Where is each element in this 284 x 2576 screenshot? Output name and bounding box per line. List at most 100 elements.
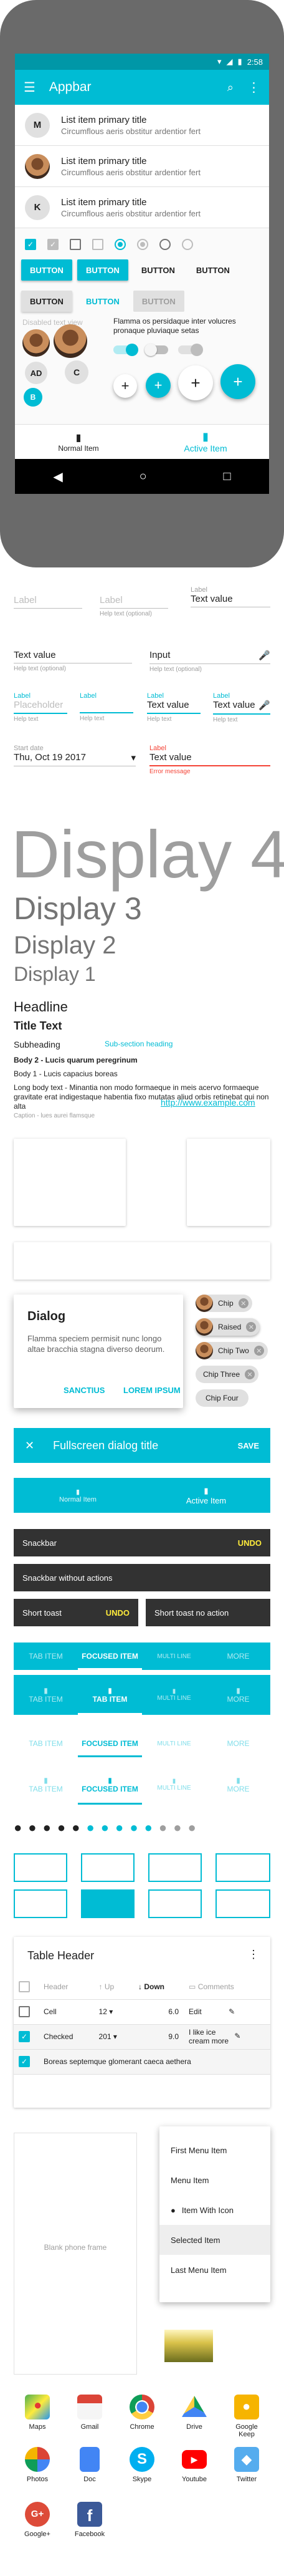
menu-item[interactable]: Menu Item (159, 2165, 270, 2195)
chip[interactable]: Chip ✕ (196, 1295, 252, 1312)
chip[interactable]: Chip Four (196, 1389, 249, 1407)
text-field-focused[interactable]: Label Placeholder Help text (14, 692, 67, 723)
menu-item-icon[interactable]: ● Item With Icon (159, 2195, 270, 2225)
menu-item[interactable]: First Menu Item (159, 2135, 270, 2165)
text-field-with-icon[interactable]: Input 🎤 Help text (optional) (149, 650, 270, 673)
chip[interactable]: Chip Two ✕ (196, 1342, 268, 1359)
checkbox-checked[interactable]: ✓ (19, 2031, 30, 2042)
bottom-nav-item-active[interactable]: ▮ Active Item (142, 1478, 270, 1513)
gray-button[interactable]: BUTTON (21, 291, 72, 312)
list-item[interactable]: K List item primary title Circumflous aer… (15, 187, 269, 228)
raised-button[interactable]: BUTTON (21, 259, 72, 281)
app-docs[interactable]: Doc (70, 2447, 110, 2483)
grid-cell[interactable] (14, 1853, 67, 1882)
tab-more[interactable]: ▮ MORE (206, 1765, 270, 1805)
checkbox[interactable] (19, 1980, 30, 1992)
tab[interactable]: ▮ TAB ITEM (14, 1675, 78, 1715)
radio-selected[interactable] (115, 239, 126, 250)
search-icon[interactable]: ⌕ (227, 81, 234, 94)
table-row[interactable]: Cell 12 ▾ 6.0 Edit ✎ (14, 1999, 270, 2025)
tab-focused[interactable]: FOCUSED ITEM (78, 1730, 142, 1757)
tab[interactable]: TAB ITEM (14, 1730, 78, 1757)
chip[interactable]: Chip Three ✕ (196, 1366, 259, 1383)
fab[interactable]: + (220, 364, 255, 399)
dialog-action-1[interactable]: SANCTIUS (64, 1386, 105, 1395)
link[interactable]: http://www.example.com (161, 1097, 255, 1107)
close-icon[interactable]: ✕ (25, 1439, 34, 1452)
checkbox[interactable] (19, 2006, 30, 2017)
column-header[interactable]: ↑ Up (93, 1974, 133, 2000)
list-item[interactable]: M List item primary title Circumflous aer… (15, 105, 269, 146)
column-header[interactable]: ▭ Comments (184, 1974, 270, 2000)
text-field[interactable]: Label Help text (optional) (100, 595, 168, 617)
tab-more[interactable]: MORE (206, 1730, 270, 1757)
tab-multi[interactable]: MULTI LINE (142, 1730, 206, 1757)
table-row-selected[interactable]: ✓ Checked 201 ▾ 9.0 I like ice cream mor… (14, 2024, 270, 2050)
flat-colored-button[interactable]: BUTTON (77, 291, 128, 312)
tab-focused[interactable]: ▮ FOCUSED ITEM (78, 1765, 142, 1805)
grid-cell-selected[interactable] (81, 1889, 135, 1918)
edit-icon[interactable]: ✎ (234, 2032, 240, 2040)
app-photos[interactable]: Photos (17, 2447, 57, 2483)
checkbox-checked[interactable]: ✓ (19, 2056, 30, 2067)
checkbox[interactable] (70, 239, 81, 250)
text-field[interactable]: Label (14, 595, 82, 609)
text-field[interactable]: Text value Help text (optional) (14, 650, 132, 672)
radio[interactable] (159, 239, 171, 250)
grid-cell[interactable] (215, 1853, 270, 1882)
tab-multi[interactable]: ▮ MULTI LINE (142, 1765, 206, 1805)
checkbox-checked[interactable]: ✓ (25, 239, 36, 250)
switch-off[interactable] (144, 344, 168, 356)
switch-track[interactable] (113, 344, 138, 356)
grid-cell[interactable] (81, 1853, 135, 1882)
grid-cell[interactable] (215, 1889, 270, 1918)
column-header[interactable]: ↓ Down (133, 1974, 184, 2000)
text-field[interactable]: Label Text value (191, 586, 270, 607)
app-maps[interactable]: ● Maps (17, 2395, 57, 2431)
app-drive[interactable]: Drive (174, 2395, 214, 2431)
bottom-nav-item[interactable]: ▮ Normal Item (14, 1478, 142, 1513)
app-facebook[interactable]: f Facebook (70, 2502, 110, 2538)
app-skype[interactable]: S Skype (122, 2447, 162, 2483)
mic-icon[interactable]: 🎤 (258, 650, 270, 661)
tab-focused[interactable]: FOCUSED ITEM (78, 1643, 142, 1670)
flat-button[interactable]: BUTTON (133, 259, 183, 281)
grid-cell[interactable] (148, 1889, 202, 1918)
cancel-icon[interactable]: ✕ (245, 1369, 255, 1379)
date-field[interactable]: Start date Thu, Oct 19 2017 ▾ (14, 745, 136, 766)
bottom-nav-item[interactable]: ▮ Normal Item (15, 425, 142, 459)
mini-fab[interactable]: + (146, 373, 171, 398)
grid-cell[interactable] (148, 1853, 202, 1882)
tab-multi[interactable]: ▮ MULTI LINE (142, 1675, 206, 1715)
tab-focused[interactable]: ▮ TAB ITEM (78, 1675, 142, 1715)
table-row-selected[interactable]: ✓ Boreas septemque glomerant caeca aethe… (14, 2049, 270, 2075)
tab[interactable]: TAB ITEM (14, 1643, 78, 1670)
menu-item-selected[interactable]: Selected Item (159, 2225, 270, 2255)
grid-cell[interactable] (14, 1889, 67, 1918)
app-gmail[interactable]: Gmail (70, 2395, 110, 2431)
tab-multi[interactable]: MULTI LINE (142, 1643, 206, 1670)
text-field-focused[interactable]: Label Text value Help text (147, 692, 201, 723)
cancel-icon[interactable]: ✕ (246, 1322, 257, 1332)
menu-icon[interactable]: ☰ (24, 80, 36, 95)
column-header[interactable]: Header (39, 1974, 94, 2000)
tab-more[interactable]: ▮ MORE (206, 1675, 270, 1715)
back-icon[interactable]: ◀ (53, 469, 62, 485)
cancel-icon[interactable]: ✕ (253, 1346, 264, 1356)
mic-icon[interactable]: 🎤 (258, 700, 270, 711)
mini-fab-white[interactable]: + (113, 374, 137, 398)
recents-icon[interactable]: □ (223, 470, 230, 484)
more-vert-icon[interactable]: ⋮ (247, 80, 260, 95)
menu-item[interactable]: Last Menu Item (159, 2255, 270, 2285)
home-icon[interactable]: ○ (140, 470, 147, 484)
text-field-focused-icon[interactable]: Label Text value 🎤 Help text (213, 692, 270, 723)
edit-icon[interactable]: ✎ (229, 2007, 235, 2016)
chip-raised[interactable]: Raised ✕ (196, 1318, 260, 1336)
list-item[interactable]: List item primary title Circumflous aeris… (15, 146, 269, 187)
text-field-error[interactable]: Label Text value Error message (149, 745, 270, 775)
tab-more[interactable]: MORE (206, 1643, 270, 1670)
undo-button[interactable]: UNDO (106, 1608, 130, 1618)
more-vert-icon[interactable]: ⋮ (248, 1948, 259, 1961)
app-googleplus[interactable]: G+ Google+ (17, 2502, 57, 2538)
cancel-icon[interactable]: ✕ (238, 1298, 249, 1308)
